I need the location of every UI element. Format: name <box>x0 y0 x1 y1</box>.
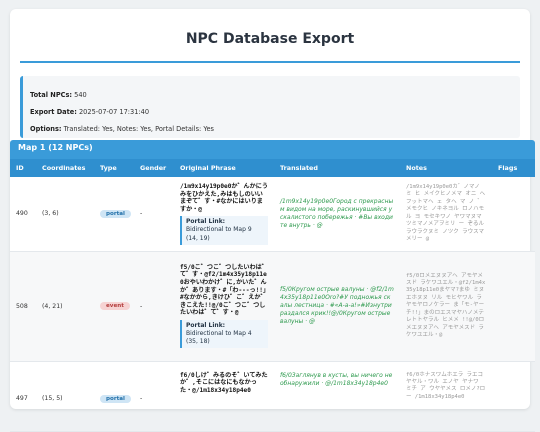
type-badge: portal <box>100 209 131 218</box>
col-type: Type <box>94 159 134 177</box>
page-title: NPC Database Export <box>185 31 355 47</box>
col-gender: Gender <box>134 159 174 177</box>
npc-type-cell: event <box>94 251 134 362</box>
summary-box: Total NPCs: 540 Export Date: 2025-07-07 … <box>20 76 520 138</box>
col-coordinates: Coordinates <box>36 159 94 177</box>
npc-notes: /1m9x14y19p0e0カ゛ノマノ ミ ヒ メイクヒノメマ オニ へ フット… <box>400 177 492 252</box>
npc-flags <box>492 361 535 432</box>
translated-phrase: f6/0Заглянув в кусты, вы ничего не обнар… <box>274 361 400 432</box>
npc-type-cell: portal <box>94 177 134 252</box>
summary-total: Total NPCs: 540 <box>30 91 87 99</box>
original-phrase: f6/0しけ゛みるのそ゛いてみたか゛,そこにはなにもなかった・@/1m18x34… <box>180 371 268 394</box>
portal-link-detail: Bidirectional to Map 4 (35, 18) <box>186 330 252 346</box>
npc-table-wrap: ID Coordinates Type Gender Original Phra… <box>10 159 535 432</box>
table-row: 497 (15, 5) portal - f6/0しけ゛みるのそ゛いてみたか゛,… <box>10 361 535 432</box>
original-phrase-cell: f6/0しけ゛みるのそ゛いてみたか゛,そこにはなにもなかった・@/1m18x34… <box>174 361 274 432</box>
npc-notes: f5/0ロメエヌヌアヘ アモヤメスド ラケワユエル・@f2/1m4x35y18p… <box>400 251 492 362</box>
original-phrase-cell: f5/0こ゛つこ゛つしたいわは゛て゛す・@f2/1m4x35y18p11e0おや… <box>174 251 274 362</box>
portal-link-detail: Bidirectional to Map 9 (14, 19) <box>186 226 252 242</box>
npc-flags <box>492 177 535 252</box>
translated-phrase: f5/0Кругом острые валуны · @f2/1m4x35y18… <box>274 251 400 362</box>
npc-id: 497 <box>10 361 36 432</box>
npc-coordinates: (15, 5) <box>36 361 94 432</box>
npc-id: 508 <box>10 251 36 362</box>
summary-date: Export Date: 2025-07-07 17:31:40 <box>30 108 150 116</box>
title-divider <box>20 61 520 63</box>
table-row: 508 (4, 21) event - f5/0こ゛つこ゛つしたいわは゛て゛す・… <box>10 251 535 362</box>
portal-link-box: Portal Link: Bidirectional to Map 4 (35,… <box>180 319 268 349</box>
col-translated: Translated <box>274 159 400 177</box>
summary-options: Options: Translated: Yes, Notes: Yes, Po… <box>30 125 214 133</box>
type-badge: portal <box>100 394 131 403</box>
npc-table: ID Coordinates Type Gender Original Phra… <box>10 159 535 432</box>
npc-coordinates: (3, 6) <box>36 177 94 252</box>
npc-coordinates: (4, 21) <box>36 251 94 362</box>
npc-gender: - <box>134 177 174 252</box>
original-phrase: f5/0こ゛つこ゛つしたいわは゛て゛す・@f2/1m4x35y18p11e0おや… <box>180 263 268 317</box>
npc-notes: f6/0ホナスワムホエラ ラエコヤヤル・ワル エノヤ ヤナワ ミチ ア ウヤヤメ… <box>400 361 492 432</box>
original-phrase: /1m9x14y19p0e0か゛んかにうみをひかえた,みはもしのいいまぞて゛す・… <box>180 182 268 213</box>
portal-link-label: Portal Link: <box>186 321 226 329</box>
original-phrase-cell: /1m9x14y19p0e0か゛んかにうみをひかえた,みはもしのいいまぞて゛す・… <box>174 177 274 252</box>
table-header-row: ID Coordinates Type Gender Original Phra… <box>10 159 535 177</box>
col-flags: Flags <box>492 159 535 177</box>
npc-flags <box>492 251 535 362</box>
translated-phrase: /1m9x14y19p0e0Город с прекрасным видом н… <box>274 177 400 252</box>
npc-gender: - <box>134 361 174 432</box>
map-section-header[interactable]: Map 1 (12 NPCs) <box>10 140 535 159</box>
npc-type-cell: portal <box>94 361 134 432</box>
npc-id: 490 <box>10 177 36 252</box>
portal-link-box: Portal Link: Bidirectional to Map 9 (14,… <box>180 216 268 245</box>
col-original-phrase: Original Phrase <box>174 159 274 177</box>
type-badge: event <box>100 302 130 310</box>
col-id: ID <box>10 159 36 177</box>
npc-gender: - <box>134 251 174 362</box>
table-row: 490 (3, 6) portal - /1m9x14y19p0e0か゛んかにう… <box>10 177 535 252</box>
portal-link-label: Portal Link: <box>186 218 226 226</box>
col-notes: Notes <box>400 159 492 177</box>
